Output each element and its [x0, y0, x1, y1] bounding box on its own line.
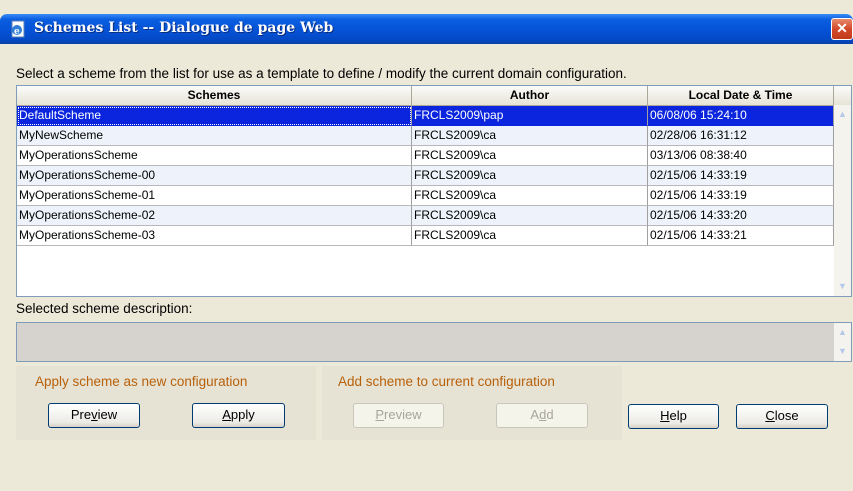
cell-scheme[interactable]: DefaultScheme	[17, 106, 412, 126]
cell-datetime[interactable]: 06/08/06 15:24:10	[648, 106, 834, 126]
table-row[interactable]: MyNewScheme FRCLS2009\ca 02/28/06 16:31:12	[17, 126, 834, 146]
cell-author[interactable]: FRCLS2009\ca	[412, 186, 648, 206]
description-field[interactable]: ▲ ▼	[16, 322, 852, 362]
table-row[interactable]: MyOperationsScheme FRCLS2009\ca 03/13/06 0…	[17, 146, 834, 166]
instructions-text: Select a scheme from the list for use as…	[16, 66, 627, 81]
table-row[interactable]: MyOperationsScheme-03 FRCLS2009\ca 02/15/0…	[17, 226, 834, 246]
cell-author[interactable]: FRCLS2009\pap	[412, 106, 648, 126]
svg-text:e: e	[14, 27, 20, 37]
cell-author[interactable]: FRCLS2009\ca	[412, 226, 648, 246]
apply-button[interactable]: Apply	[192, 403, 285, 428]
table-row[interactable]: MyOperationsScheme-01 FRCLS2009\ca 02/15/0…	[17, 186, 834, 206]
cell-scheme[interactable]: MyOperationsScheme	[17, 146, 412, 166]
table-row[interactable]: MyOperationsScheme-00 FRCLS2009\ca 02/15/0…	[17, 166, 834, 186]
cell-author[interactable]: FRCLS2009\ca	[412, 126, 648, 146]
cell-author[interactable]: FRCLS2009\ca	[412, 206, 648, 226]
ie-page-icon: e	[11, 20, 25, 38]
cell-author[interactable]: FRCLS2009\ca	[412, 166, 648, 186]
cell-datetime[interactable]: 02/28/06 16:31:12	[648, 126, 834, 146]
cell-scheme[interactable]: MyOperationsScheme-03	[17, 226, 412, 246]
window-close-button[interactable]: ✕	[831, 18, 853, 40]
apply-preview-button[interactable]: Preview	[48, 403, 140, 428]
column-header-date[interactable]: Local Date & Time	[648, 86, 834, 105]
schemes-table[interactable]: Schemes Author Local Date & Time Default…	[16, 85, 852, 297]
add-group-label: Add scheme to current configuration	[338, 374, 555, 389]
cell-scheme[interactable]: MyOperationsScheme-02	[17, 206, 412, 226]
cell-scheme[interactable]: MyOperationsScheme-01	[17, 186, 412, 206]
add-button[interactable]: Add	[496, 403, 588, 428]
scroll-up-arrow-icon[interactable]: ▲	[835, 107, 850, 122]
desc-scroll-up-arrow-icon[interactable]: ▲	[835, 325, 850, 340]
help-button[interactable]: Help	[628, 404, 719, 429]
description-label: Selected scheme description:	[16, 301, 193, 316]
cell-datetime[interactable]: 02/15/06 14:33:19	[648, 166, 834, 186]
description-scrollbar[interactable]: ▲ ▼	[834, 323, 851, 361]
column-header-author[interactable]: Author	[412, 86, 648, 105]
column-header-filler	[834, 86, 851, 105]
desc-scroll-down-arrow-icon[interactable]: ▼	[835, 344, 850, 359]
cell-scheme[interactable]: MyOperationsScheme-00	[17, 166, 412, 186]
scroll-down-arrow-icon[interactable]: ▼	[835, 279, 850, 294]
apply-group-label: Apply scheme as new configuration	[35, 374, 248, 389]
table-vertical-scrollbar[interactable]: ▲ ▼	[834, 105, 851, 296]
close-button[interactable]: Close	[736, 404, 828, 429]
add-preview-button[interactable]: Preview	[353, 403, 444, 428]
table-row[interactable]: MyOperationsScheme-02 FRCLS2009\ca 02/15/0…	[17, 206, 834, 226]
cell-datetime[interactable]: 02/15/06 14:33:19	[648, 186, 834, 206]
cell-author[interactable]: FRCLS2009\ca	[412, 146, 648, 166]
column-header-schemes[interactable]: Schemes	[17, 86, 412, 105]
cell-datetime[interactable]: 02/15/06 14:33:21	[648, 226, 834, 246]
table-row-selected[interactable]: DefaultScheme FRCLS2009\pap 06/08/06 15:24…	[17, 106, 834, 126]
title-bar[interactable]: e Schemes List -- Dialogue de page Web ✕	[0, 14, 853, 44]
window-title: Schemes List -- Dialogue de page Web	[34, 20, 334, 36]
cell-datetime[interactable]: 03/13/06 08:38:40	[648, 146, 834, 166]
cell-datetime[interactable]: 02/15/06 14:33:20	[648, 206, 834, 226]
table-header: Schemes Author Local Date & Time	[17, 86, 851, 106]
cell-scheme[interactable]: MyNewScheme	[17, 126, 412, 146]
